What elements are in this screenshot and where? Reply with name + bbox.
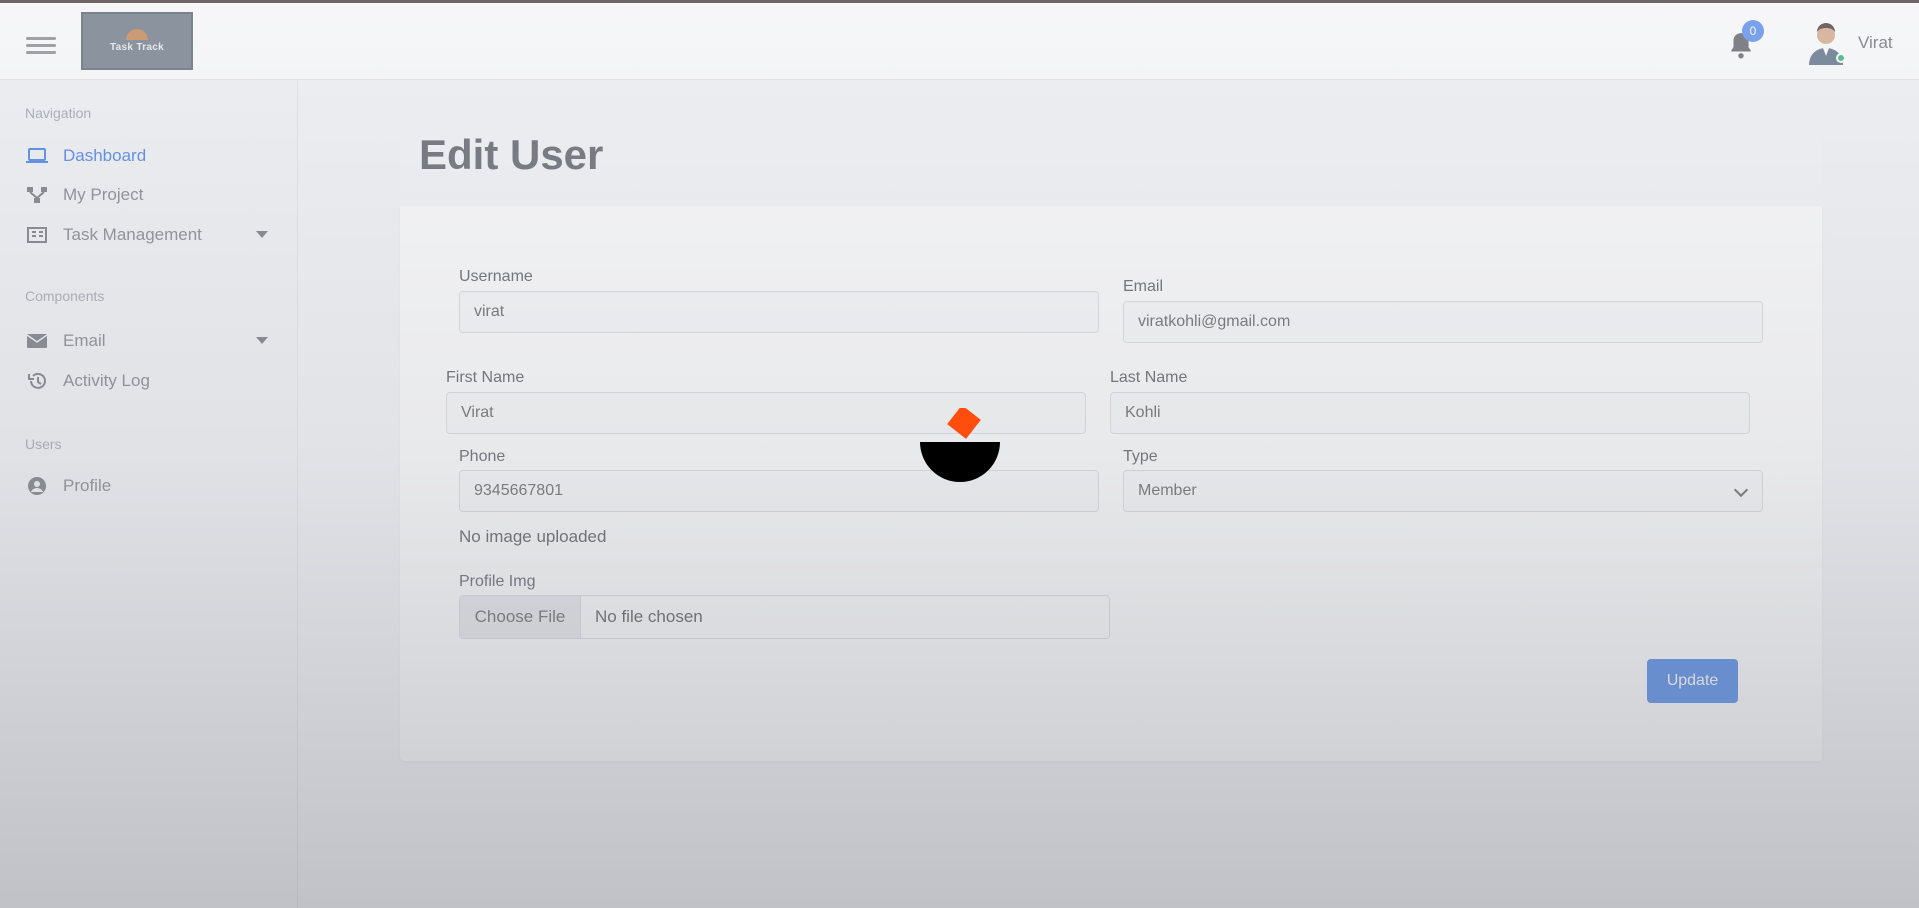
top-navbar: Task Track 0 Virat (0, 3, 1919, 80)
file-status-text: No file chosen (595, 607, 703, 626)
profile-img-label: Profile Img (459, 573, 536, 590)
profile-img-file-input[interactable]: Choose File No file chosen (459, 595, 1110, 639)
email-field[interactable]: viratkohli@gmail.com (1123, 301, 1763, 343)
logo-text: Task Track (110, 42, 164, 53)
user-name[interactable]: Virat (1858, 33, 1893, 53)
sidebar-item-label: Task Management (63, 225, 202, 244)
history-icon (25, 370, 49, 392)
sidebar-item-task-management[interactable]: Task Management (25, 220, 280, 250)
choose-file-button[interactable]: Choose File (460, 596, 581, 638)
task-list-icon (25, 224, 49, 246)
no-image-text: No image uploaded (459, 527, 607, 546)
envelope-icon (25, 330, 49, 352)
type-select-value: Member (1138, 482, 1197, 499)
type-label: Type (1123, 448, 1158, 465)
notification-badge: 0 (1742, 20, 1764, 42)
update-button[interactable]: Update (1647, 659, 1738, 703)
card-header (400, 120, 1822, 206)
chevron-down-icon (1733, 482, 1749, 498)
type-select[interactable]: Member (1123, 470, 1763, 512)
chevron-down-icon (256, 337, 268, 344)
sidebar-item-label: Activity Log (63, 371, 150, 390)
sidebar-item-profile[interactable]: Profile (25, 471, 280, 501)
chevron-down-icon (256, 231, 268, 238)
app-logo[interactable]: Task Track (81, 12, 193, 70)
sidebar-item-activity-log[interactable]: Activity Log (25, 366, 280, 396)
sidebar-item-label: Profile (63, 476, 112, 495)
sidebar-item-label: My Project (63, 185, 144, 204)
sidebar-section-navigation: Navigation (25, 105, 92, 121)
sidebar-section-users: Users (25, 436, 62, 452)
sidebar-item-label: Dashboard (63, 146, 147, 165)
sidebar: Navigation Dashboard My Project Task Man… (0, 80, 298, 908)
sidebar-item-my-project[interactable]: My Project (25, 180, 280, 210)
username-label: Username (459, 268, 533, 285)
page-title: Edit User (419, 131, 604, 178)
sidebar-item-email[interactable]: Email (25, 326, 280, 356)
loading-spinner-icon (920, 405, 1000, 482)
first-name-label: First Name (446, 369, 525, 386)
laptop-icon (25, 145, 49, 167)
email-label: Email (1123, 278, 1164, 295)
phone-label: Phone (459, 448, 506, 465)
project-network-icon (25, 184, 49, 206)
user-circle-icon (25, 475, 49, 497)
username-field[interactable]: virat (459, 291, 1099, 333)
phone-field[interactable]: 9345667801 (459, 470, 1099, 512)
sidebar-item-dashboard[interactable]: Dashboard (25, 141, 280, 171)
sidebar-item-label: Email (63, 331, 106, 350)
online-status-dot (1836, 53, 1846, 63)
menu-toggle-icon[interactable] (26, 37, 56, 54)
last-name-field[interactable]: Kohli (1110, 392, 1750, 434)
sidebar-section-components: Components (25, 288, 105, 304)
last-name-label: Last Name (1110, 369, 1188, 386)
logo-arc-icon (126, 29, 148, 40)
